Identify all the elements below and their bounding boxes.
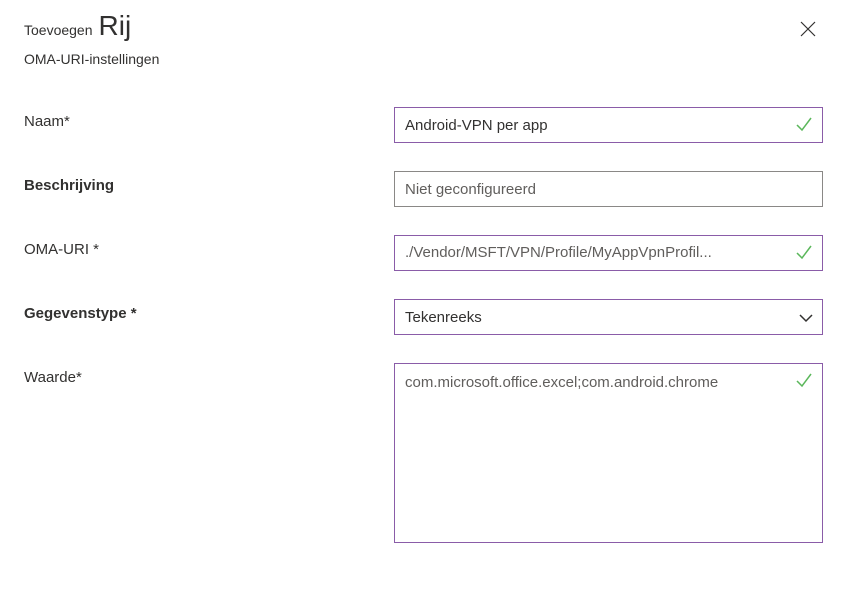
- name-label: Naam*: [24, 107, 394, 130]
- oma-uri-input[interactable]: ./Vendor/MSFT/VPN/Profile/MyAppVpnProfil…: [394, 235, 823, 271]
- close-icon: [799, 26, 817, 41]
- oma-uri-value: ./Vendor/MSFT/VPN/Profile/MyAppVpnProfil…: [405, 236, 786, 270]
- page-title: Rij: [99, 10, 132, 42]
- data-type-select[interactable]: Tekenreeks: [394, 299, 823, 335]
- data-type-label: Gegevenstype *: [24, 299, 394, 322]
- description-label: Beschrijving: [24, 171, 394, 194]
- name-input[interactable]: [394, 107, 823, 143]
- oma-uri-label: OMA-URI *: [24, 235, 394, 258]
- pre-title: Toevoegen: [24, 22, 93, 38]
- value-label: Waarde*: [24, 363, 394, 386]
- description-input[interactable]: [394, 171, 823, 207]
- close-button[interactable]: [793, 14, 823, 47]
- value-textarea[interactable]: com.microsoft.office.excel;com.android.c…: [394, 363, 823, 543]
- data-type-value: Tekenreeks: [405, 309, 482, 326]
- subtitle: OMA-URI-instellingen: [24, 51, 823, 67]
